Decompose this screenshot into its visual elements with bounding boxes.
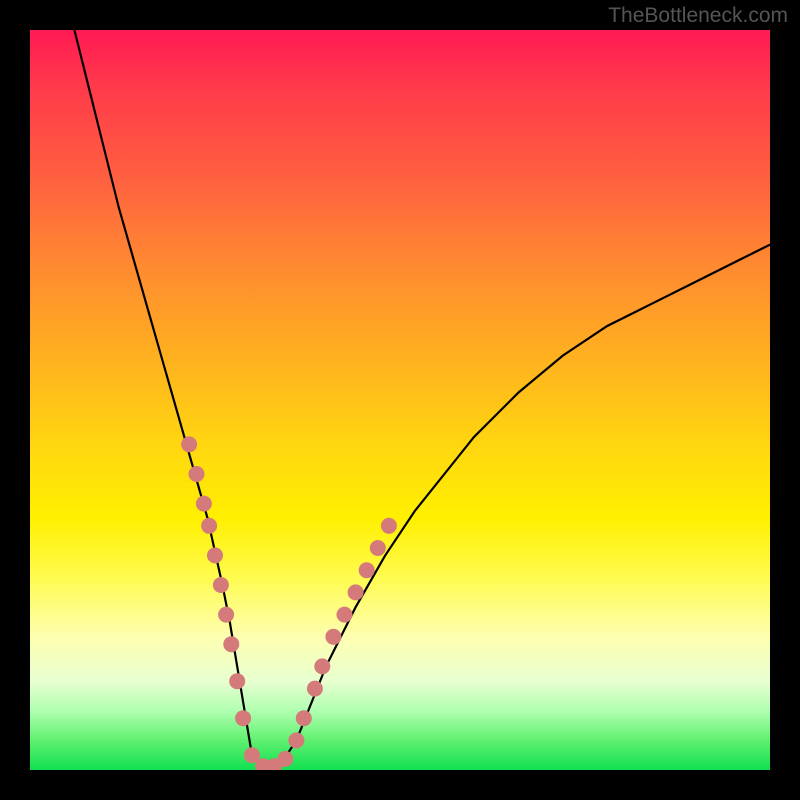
chart-gradient-background [30,30,770,770]
watermark-text: TheBottleneck.com [608,4,788,28]
